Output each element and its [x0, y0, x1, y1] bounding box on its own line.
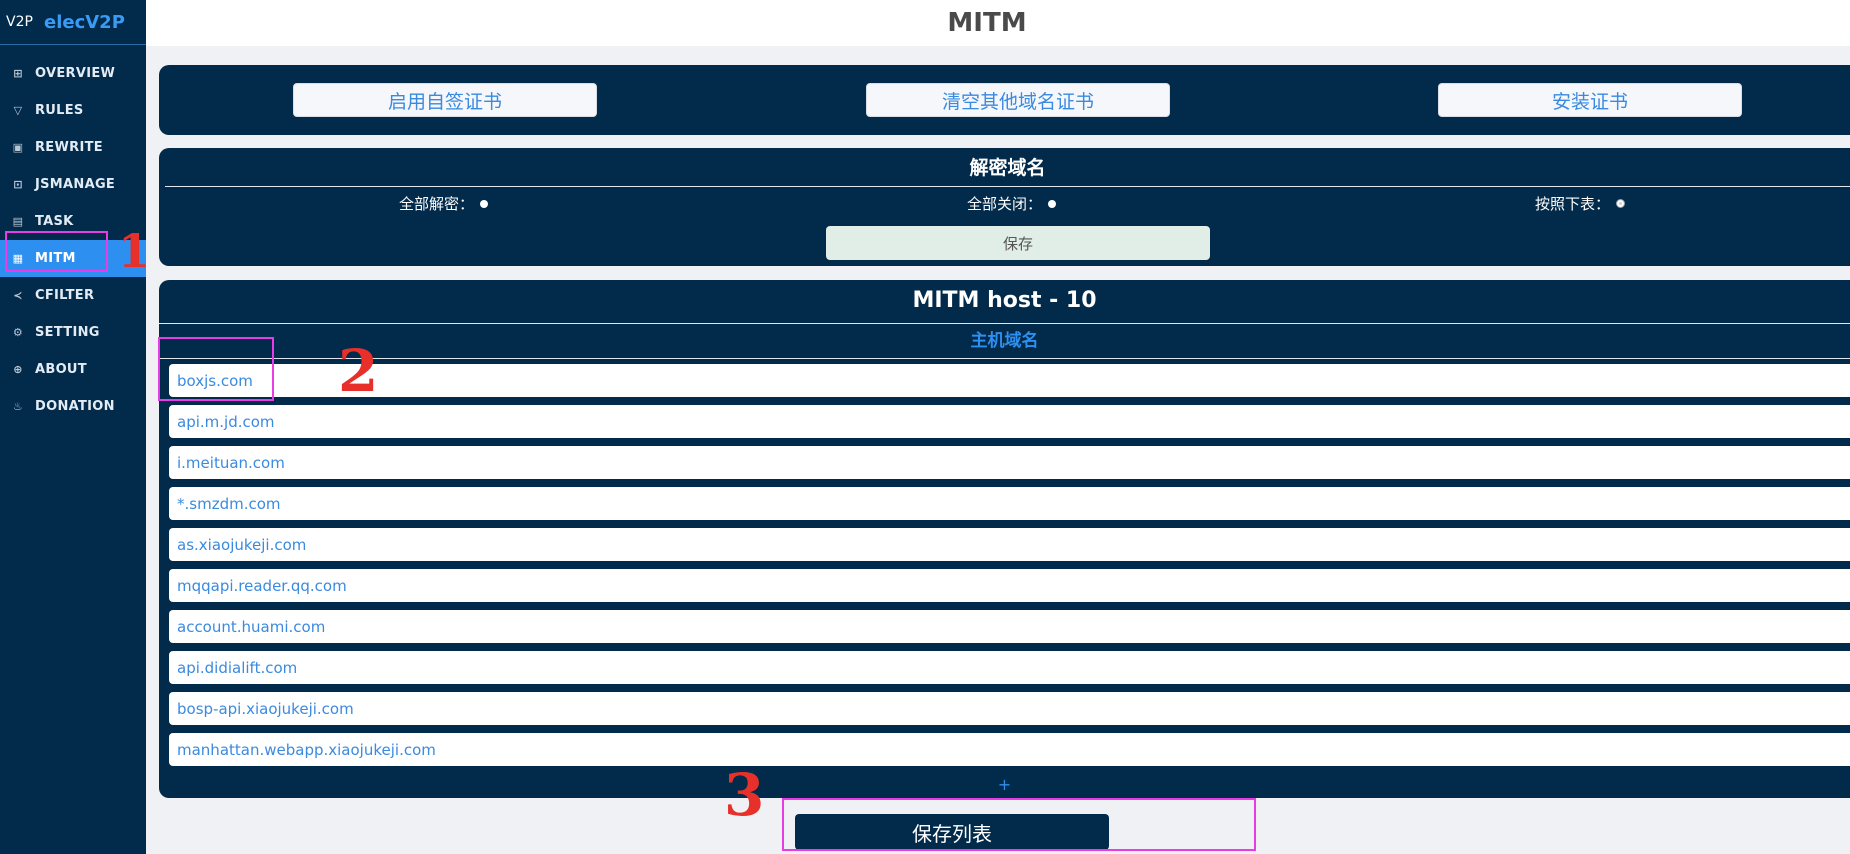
host-input[interactable]	[169, 657, 1850, 678]
list-item	[169, 651, 1850, 684]
decrypt-save-button[interactable]: 保存	[826, 226, 1210, 260]
radio-decrypt-all[interactable]: 全部解密：	[399, 193, 489, 214]
radio-label: 按照下表：	[1535, 195, 1611, 213]
sidebar-item-label: JSMANAGE	[35, 177, 116, 192]
decrypt-domain-panel: 解密域名 全部解密： 全部关闭： 按照下表： 保存	[159, 148, 1850, 266]
cup-icon: ♨	[12, 400, 24, 413]
gear-icon: ⚙	[12, 326, 24, 339]
sidebar-item-cfilter[interactable]: ≺ CFILTER	[0, 277, 146, 314]
list-item	[169, 569, 1850, 602]
list-item	[169, 610, 1850, 643]
sidebar: V2P elecV2P ⊞ OVERVIEW ▽ RULES ▣ REWRITE ⊡ J…	[0, 0, 146, 854]
radio-label: 全部关闭：	[967, 195, 1043, 213]
calendar-icon: ▤	[12, 215, 24, 228]
radio-by-list[interactable]: 按照下表：	[1535, 193, 1626, 214]
sidebar-item-label: TASK	[35, 214, 74, 229]
annotation-highlight-mitm	[5, 231, 108, 272]
certificate-panel: 启用自签证书 清空其他域名证书 安装证书	[159, 65, 1850, 135]
share-icon: ≺	[13, 289, 23, 302]
mitm-host-title: MITM host - 10	[159, 280, 1850, 324]
sidebar-item-label: DONATION	[35, 399, 115, 414]
script-icon: ⊡	[13, 178, 23, 191]
sidebar-item-label: CFILTER	[35, 288, 95, 303]
list-item	[169, 364, 1850, 397]
page-title: MITM	[947, 8, 1027, 38]
radio-close-all[interactable]: 全部关闭：	[967, 193, 1057, 214]
sidebar-item-overview[interactable]: ⊞ OVERVIEW	[0, 55, 146, 92]
sidebar-item-label: ABOUT	[35, 362, 87, 377]
host-input[interactable]	[169, 616, 1850, 637]
annotation-highlight-save-list	[782, 798, 1256, 851]
radio-dot-selected[interactable]	[1616, 199, 1626, 208]
sidebar-item-jsmanage[interactable]: ⊡ JSMANAGE	[0, 166, 146, 203]
host-input[interactable]	[169, 493, 1850, 514]
host-input[interactable]	[169, 534, 1850, 555]
host-input[interactable]	[169, 698, 1850, 719]
host-input[interactable]	[169, 452, 1850, 473]
sidebar-item-setting[interactable]: ⚙ SETTING	[0, 314, 146, 351]
annotation-number-3: 3	[724, 761, 765, 829]
app-name: elecV2P	[44, 11, 125, 33]
sidebar-item-label: REWRITE	[35, 140, 103, 155]
page-header: MITM	[146, 0, 1850, 46]
logo: V2P	[6, 14, 33, 30]
decrypt-panel-title: 解密域名	[165, 148, 1850, 187]
host-input[interactable]	[169, 370, 1850, 391]
annotation-number-2: 2	[338, 337, 379, 405]
list-item	[169, 733, 1850, 766]
sidebar-item-rules[interactable]: ▽ RULES	[0, 92, 146, 129]
radio-dot[interactable]	[1048, 199, 1057, 208]
radio-label: 全部解密：	[399, 195, 475, 213]
list-item	[169, 692, 1850, 725]
mitm-host-panel: MITM host - 10 主机域名 +	[159, 280, 1850, 798]
sidebar-item-rewrite[interactable]: ▣ REWRITE	[0, 129, 146, 166]
filter-icon: ▽	[13, 104, 23, 117]
list-item	[169, 487, 1850, 520]
grid-icon: ⊞	[13, 67, 23, 80]
sidebar-item-label: OVERVIEW	[35, 66, 116, 81]
sidebar-item-about[interactable]: ⊕ ABOUT	[0, 351, 146, 388]
host-input[interactable]	[169, 411, 1850, 432]
install-cert-button[interactable]: 安装证书	[1438, 83, 1742, 117]
host-list	[169, 364, 1850, 774]
host-input[interactable]	[169, 739, 1850, 760]
sidebar-item-label: RULES	[35, 103, 84, 118]
annotation-number-1: 1	[118, 224, 151, 278]
host-input[interactable]	[169, 575, 1850, 596]
brand: V2P elecV2P	[0, 0, 146, 45]
add-host-button[interactable]: +	[159, 775, 1850, 794]
clear-other-certs-button[interactable]: 清空其他域名证书	[866, 83, 1170, 117]
annotation-highlight-host	[158, 337, 274, 401]
enable-selfsigned-cert-button[interactable]: 启用自签证书	[293, 83, 597, 117]
host-column-header: 主机域名	[159, 324, 1850, 359]
sidebar-item-donation[interactable]: ♨ DONATION	[0, 388, 146, 425]
list-item	[169, 446, 1850, 479]
radio-dot[interactable]	[480, 199, 489, 208]
globe-icon: ⊕	[13, 363, 23, 376]
list-item	[169, 528, 1850, 561]
rewrite-icon: ▣	[12, 141, 24, 154]
sidebar-item-label: SETTING	[35, 325, 100, 340]
list-item	[169, 405, 1850, 438]
